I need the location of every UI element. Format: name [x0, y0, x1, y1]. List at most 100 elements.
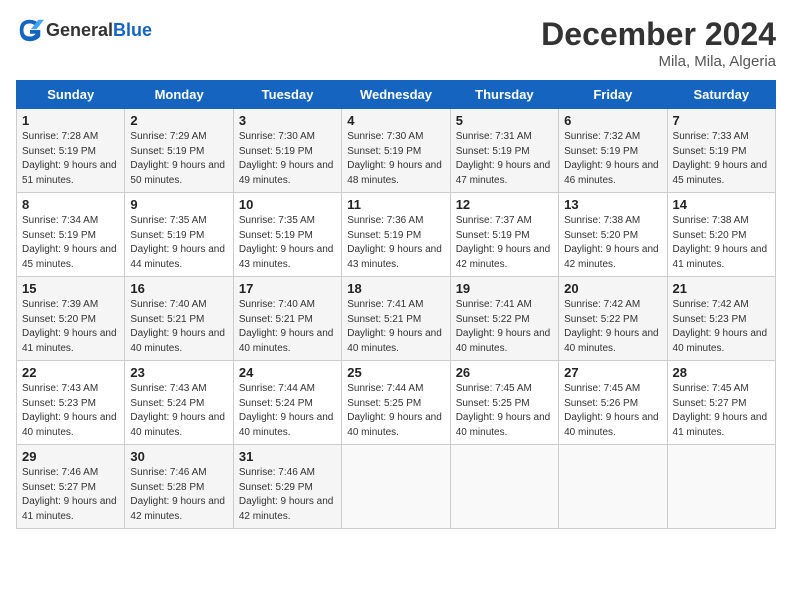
calendar-day-cell: 11 Sunrise: 7:36 AMSunset: 5:19 PMDayligh…	[342, 193, 450, 277]
day-number: 26	[456, 365, 553, 380]
day-number: 9	[130, 197, 227, 212]
day-number: 14	[673, 197, 770, 212]
calendar-day-cell: 20 Sunrise: 7:42 AMSunset: 5:22 PMDayligh…	[559, 277, 667, 361]
calendar-day-cell: 27 Sunrise: 7:45 AMSunset: 5:26 PMDayligh…	[559, 361, 667, 445]
calendar-day-cell: 2 Sunrise: 7:29 AMSunset: 5:19 PMDaylight…	[125, 109, 233, 193]
day-info: Sunrise: 7:40 AMSunset: 5:21 PMDaylight:…	[239, 298, 336, 356]
calendar-day-cell: 26 Sunrise: 7:45 AMSunset: 5:25 PMDayligh…	[450, 361, 558, 445]
calendar-day-cell: 23 Sunrise: 7:43 AMSunset: 5:24 PMDayligh…	[125, 361, 233, 445]
day-number: 8	[22, 197, 119, 212]
day-number: 16	[130, 281, 227, 296]
day-number: 22	[22, 365, 119, 380]
day-info: Sunrise: 7:28 AMSunset: 5:19 PMDaylight:…	[22, 130, 119, 188]
day-info: Sunrise: 7:34 AMSunset: 5:19 PMDaylight:…	[22, 214, 119, 272]
day-number: 13	[564, 197, 661, 212]
day-number: 20	[564, 281, 661, 296]
day-number: 4	[347, 113, 444, 128]
day-number: 10	[239, 197, 336, 212]
calendar-day-cell: 13 Sunrise: 7:38 AMSunset: 5:20 PMDayligh…	[559, 193, 667, 277]
day-info: Sunrise: 7:30 AMSunset: 5:19 PMDaylight:…	[239, 130, 336, 188]
calendar-day-cell	[450, 445, 558, 529]
title-area: December 2024 Mila, Mila, Algeria	[541, 16, 776, 70]
day-number: 2	[130, 113, 227, 128]
day-info: Sunrise: 7:44 AMSunset: 5:24 PMDaylight:…	[239, 382, 336, 440]
day-info: Sunrise: 7:45 AMSunset: 5:26 PMDaylight:…	[564, 382, 661, 440]
day-of-week-header: Saturday	[667, 81, 775, 109]
day-number: 19	[456, 281, 553, 296]
day-number: 31	[239, 449, 336, 464]
day-info: Sunrise: 7:45 AMSunset: 5:27 PMDaylight:…	[673, 382, 770, 440]
calendar-day-cell: 15 Sunrise: 7:39 AMSunset: 5:20 PMDayligh…	[17, 277, 125, 361]
day-number: 1	[22, 113, 119, 128]
day-number: 30	[130, 449, 227, 464]
calendar-week-row: 15 Sunrise: 7:39 AMSunset: 5:20 PMDayligh…	[17, 277, 776, 361]
calendar-week-row: 22Sunrise: 7:43 AMSunset: 5:23 PMDayligh…	[17, 361, 776, 445]
day-number: 24	[239, 365, 336, 380]
calendar-day-cell: 4 Sunrise: 7:30 AMSunset: 5:19 PMDaylight…	[342, 109, 450, 193]
calendar-day-cell: 19Sunrise: 7:41 AMSunset: 5:22 PMDayligh…	[450, 277, 558, 361]
day-info: Sunrise: 7:38 AMSunset: 5:20 PMDaylight:…	[673, 214, 770, 272]
day-number: 7	[673, 113, 770, 128]
calendar-day-cell: 1 Sunrise: 7:28 AMSunset: 5:19 PMDaylight…	[17, 109, 125, 193]
day-info: Sunrise: 7:32 AMSunset: 5:19 PMDaylight:…	[564, 130, 661, 188]
calendar-day-cell	[667, 445, 775, 529]
header: GeneralBlue December 2024 Mila, Mila, Al…	[16, 16, 776, 70]
day-number: 25	[347, 365, 444, 380]
day-info: Sunrise: 7:43 AMSunset: 5:24 PMDaylight:…	[130, 382, 227, 440]
day-info: Sunrise: 7:42 AMSunset: 5:22 PMDaylight:…	[564, 298, 661, 356]
logo: GeneralBlue	[16, 16, 152, 44]
day-number: 23	[130, 365, 227, 380]
calendar-day-cell: 7 Sunrise: 7:33 AMSunset: 5:19 PMDaylight…	[667, 109, 775, 193]
day-info: Sunrise: 7:31 AMSunset: 5:19 PMDaylight:…	[456, 130, 553, 188]
calendar-day-cell: 17 Sunrise: 7:40 AMSunset: 5:21 PMDayligh…	[233, 277, 341, 361]
day-info: Sunrise: 7:40 AMSunset: 5:21 PMDaylight:…	[130, 298, 227, 356]
day-info: Sunrise: 7:30 AMSunset: 5:19 PMDaylight:…	[347, 130, 444, 188]
day-of-week-header: Thursday	[450, 81, 558, 109]
calendar-day-cell: 3 Sunrise: 7:30 AMSunset: 5:19 PMDaylight…	[233, 109, 341, 193]
day-info: Sunrise: 7:45 AMSunset: 5:25 PMDaylight:…	[456, 382, 553, 440]
calendar-day-cell: 9 Sunrise: 7:35 AMSunset: 5:19 PMDaylight…	[125, 193, 233, 277]
day-number: 3	[239, 113, 336, 128]
logo-text: GeneralBlue	[46, 20, 152, 41]
day-info: Sunrise: 7:36 AMSunset: 5:19 PMDaylight:…	[347, 214, 444, 272]
calendar-day-cell: 12Sunrise: 7:37 AMSunset: 5:19 PMDayligh…	[450, 193, 558, 277]
day-info: Sunrise: 7:46 AMSunset: 5:27 PMDaylight:…	[22, 466, 119, 524]
day-number: 29	[22, 449, 119, 464]
day-info: Sunrise: 7:44 AMSunset: 5:25 PMDaylight:…	[347, 382, 444, 440]
day-number: 21	[673, 281, 770, 296]
calendar-day-cell: 24 Sunrise: 7:44 AMSunset: 5:24 PMDayligh…	[233, 361, 341, 445]
day-of-week-header: Tuesday	[233, 81, 341, 109]
calendar-day-cell: 29 Sunrise: 7:46 AMSunset: 5:27 PMDayligh…	[17, 445, 125, 529]
day-number: 28	[673, 365, 770, 380]
day-number: 11	[347, 197, 444, 212]
day-number: 27	[564, 365, 661, 380]
day-number: 17	[239, 281, 336, 296]
day-info: Sunrise: 7:35 AMSunset: 5:19 PMDaylight:…	[130, 214, 227, 272]
calendar-day-cell: 30 Sunrise: 7:46 AMSunset: 5:28 PMDayligh…	[125, 445, 233, 529]
location-title: Mila, Mila, Algeria	[541, 53, 776, 70]
day-info: Sunrise: 7:38 AMSunset: 5:20 PMDaylight:…	[564, 214, 661, 272]
day-info: Sunrise: 7:33 AMSunset: 5:19 PMDaylight:…	[673, 130, 770, 188]
day-number: 15	[22, 281, 119, 296]
month-title: December 2024	[541, 16, 776, 53]
day-of-week-header: Friday	[559, 81, 667, 109]
calendar-day-cell: 31Sunrise: 7:46 AMSunset: 5:29 PMDayligh…	[233, 445, 341, 529]
calendar-week-row: 1 Sunrise: 7:28 AMSunset: 5:19 PMDaylight…	[17, 109, 776, 193]
day-info: Sunrise: 7:35 AMSunset: 5:19 PMDaylight:…	[239, 214, 336, 272]
calendar-table: SundayMondayTuesdayWednesdayThursdayFrid…	[16, 80, 776, 529]
day-of-week-header: Monday	[125, 81, 233, 109]
day-number: 18	[347, 281, 444, 296]
calendar-week-row: 29 Sunrise: 7:46 AMSunset: 5:27 PMDayligh…	[17, 445, 776, 529]
calendar-day-cell: 16 Sunrise: 7:40 AMSunset: 5:21 PMDayligh…	[125, 277, 233, 361]
day-number: 5	[456, 113, 553, 128]
calendar-day-cell: 8 Sunrise: 7:34 AMSunset: 5:19 PMDaylight…	[17, 193, 125, 277]
day-of-week-header: Sunday	[17, 81, 125, 109]
day-info: Sunrise: 7:39 AMSunset: 5:20 PMDaylight:…	[22, 298, 119, 356]
calendar-day-cell: 10 Sunrise: 7:35 AMSunset: 5:19 PMDayligh…	[233, 193, 341, 277]
calendar-day-cell: 22Sunrise: 7:43 AMSunset: 5:23 PMDayligh…	[17, 361, 125, 445]
day-info: Sunrise: 7:46 AMSunset: 5:28 PMDaylight:…	[130, 466, 227, 524]
day-info: Sunrise: 7:29 AMSunset: 5:19 PMDaylight:…	[130, 130, 227, 188]
calendar-day-cell: 25 Sunrise: 7:44 AMSunset: 5:25 PMDayligh…	[342, 361, 450, 445]
day-number: 12	[456, 197, 553, 212]
calendar-day-cell: 21Sunrise: 7:42 AMSunset: 5:23 PMDayligh…	[667, 277, 775, 361]
